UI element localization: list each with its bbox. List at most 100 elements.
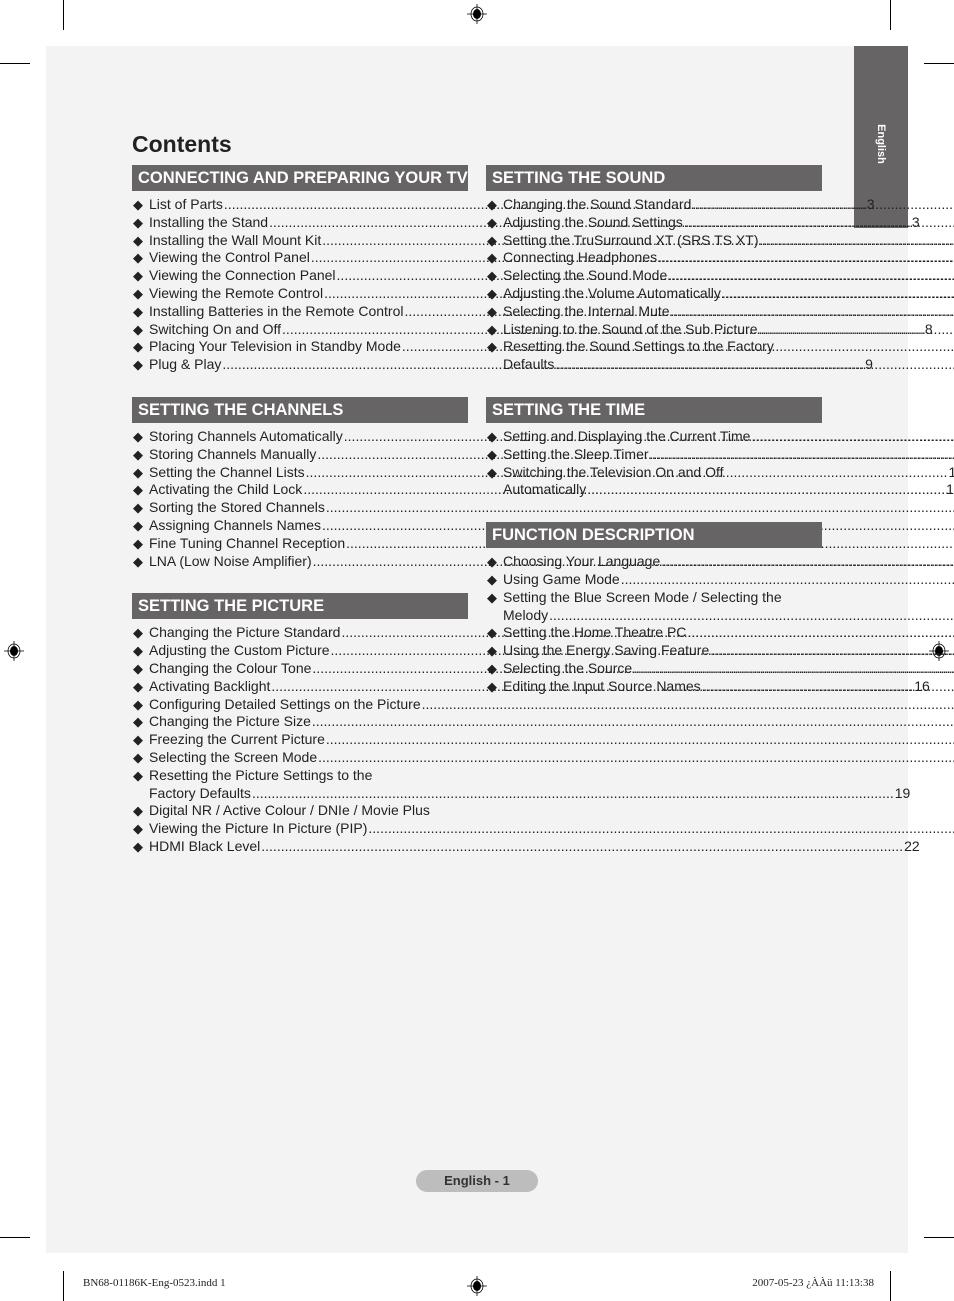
crop-mark bbox=[924, 63, 954, 64]
toc-entry[interactable]: ◆Adjusting the Sound Settings23 bbox=[486, 214, 822, 232]
toc-entry[interactable]: ◆Assigning Channels Names13 bbox=[132, 517, 468, 535]
crop-mark bbox=[0, 63, 30, 64]
dot-leader bbox=[555, 356, 954, 374]
toc-entry[interactable]: ◆Sorting the Stored Channels13 bbox=[132, 499, 468, 517]
toc-entry-label: Installing the Stand bbox=[149, 213, 269, 230]
toc-entry[interactable]: ◆ Listening to the Sound of the Sub Pictu… bbox=[486, 321, 822, 339]
toc-section: SETTING THE TIME ◆ Setting and Displaying … bbox=[486, 396, 822, 500]
section-heading: SETTING THE CHANNELS bbox=[132, 396, 468, 423]
diamond-bullet-icon: ◆ bbox=[133, 678, 143, 694]
toc-entry[interactable]: ◆ Resetting the Picture Settings to the Fa… bbox=[132, 767, 910, 803]
toc-entry[interactable]: ◆ Setting and Displaying the Current Time… bbox=[486, 428, 822, 446]
toc-entry[interactable]: ◆Setting the TruSurround XT (SRS TS XT)2… bbox=[486, 232, 822, 250]
toc-entry[interactable]: ◆Changing the Picture Size18 bbox=[132, 713, 468, 731]
crop-mark bbox=[63, 0, 64, 30]
section-heading: FUNCTION DESCRIPTION bbox=[486, 522, 822, 549]
toc-entry-label: Changing the Colour Tone bbox=[149, 659, 312, 676]
toc-entry[interactable]: ◆Using Game Mode28 bbox=[486, 571, 822, 589]
toc-entry[interactable]: ◆Installing the Wall Mount Kit3 bbox=[132, 232, 468, 250]
page-number-badge: English - 1 bbox=[416, 1170, 538, 1192]
toc-entry-label-line1: Resetting the Sound Settings to the Fact… bbox=[503, 338, 774, 355]
dot-leader bbox=[261, 838, 903, 856]
toc-entry-label: Using Game Mode bbox=[503, 570, 620, 587]
language-tab-label: English bbox=[875, 124, 887, 164]
toc-entry[interactable]: ◆Freezing the Current Picture19 bbox=[132, 731, 468, 749]
diamond-bullet-icon: ◆ bbox=[133, 214, 143, 230]
toc-entry-label: Melody bbox=[503, 606, 549, 623]
diamond-bullet-icon: ◆ bbox=[133, 268, 143, 284]
diamond-bullet-icon: ◆ bbox=[487, 571, 497, 587]
toc-entry[interactable]: ◆ Digital NR / Active Colour / DNIe / Mov… bbox=[132, 802, 468, 820]
toc-entry[interactable]: ◆ HDMI Black Level 22 bbox=[132, 838, 920, 856]
toc-entry[interactable]: ◆Connecting Headphones24 bbox=[486, 249, 822, 267]
toc-entry[interactable]: ◆ Resetting the Sound Settings to the Fac… bbox=[486, 338, 822, 374]
toc-entry-label: Selecting the Screen Mode bbox=[149, 748, 318, 765]
toc-entry[interactable]: ◆Changing the Picture Standard15 bbox=[132, 624, 468, 642]
toc-entry[interactable]: ◆Adjusting the Volume Automatically24 bbox=[486, 285, 822, 303]
diamond-bullet-icon: ◆ bbox=[487, 554, 497, 570]
toc-entry[interactable]: ◆LNA (Low Noise Amplifier)14 bbox=[132, 553, 468, 571]
toc-entry[interactable]: ◆Viewing the Picture In Picture (PIP)21 bbox=[132, 820, 468, 838]
toc-entry[interactable]: ◆Activating Backlight16 bbox=[132, 678, 930, 696]
toc-entry-label: Switching On and Off bbox=[149, 320, 282, 337]
toc-entry[interactable]: ◆ Setting the Blue Screen Mode / Selectin… bbox=[486, 589, 822, 625]
diamond-bullet-icon: ◆ bbox=[487, 589, 497, 605]
registration-mark-icon bbox=[467, 1276, 487, 1296]
dot-leader bbox=[687, 624, 954, 642]
toc-entry-label: Changing the Picture Standard bbox=[149, 624, 341, 641]
toc-entry[interactable]: ◆Selecting the Internal Mute25 bbox=[486, 303, 822, 321]
toc-entry[interactable]: ◆Plug & Play9 bbox=[132, 356, 873, 374]
crop-mark bbox=[924, 1237, 954, 1238]
diamond-bullet-icon: ◆ bbox=[487, 625, 497, 641]
toc-entry[interactable]: ◆Viewing the Control Panel4 bbox=[132, 249, 954, 267]
toc-entry-label: Changing the Sound Standard bbox=[503, 196, 692, 212]
toc-entry[interactable]: ◆Editing the Input Source Names31 bbox=[486, 678, 822, 696]
toc-entry-label: Choosing Your Language bbox=[503, 553, 661, 570]
toc-entry[interactable]: ◆ Switching the Television On and Off Auto… bbox=[486, 464, 822, 500]
diamond-bullet-icon: ◆ bbox=[133, 500, 143, 516]
toc-entry[interactable]: ◆Viewing the Connection Panel5 bbox=[132, 267, 468, 285]
toc-entry[interactable]: ◆Changing the Sound Standard22 bbox=[486, 196, 822, 214]
toc-entry[interactable]: ◆Using the Energy Saving Feature30 bbox=[486, 642, 822, 660]
toc-section: SETTING THE SOUND ◆ Changing the Sound Sta… bbox=[486, 165, 822, 374]
crop-mark bbox=[890, 0, 891, 30]
diamond-bullet-icon: ◆ bbox=[487, 250, 497, 266]
toc-entry[interactable]: ◆Activating the Child Lock12 bbox=[132, 481, 954, 499]
section-heading: SETTING THE TIME bbox=[486, 396, 822, 423]
toc-entry[interactable]: ◆Storing Channels Automatically10 bbox=[132, 428, 468, 446]
toc-entry[interactable]: ◆Setting the Channel Lists12 bbox=[132, 464, 954, 482]
toc-entry[interactable]: ◆Storing Channels Manually11 bbox=[132, 446, 468, 464]
dot-leader bbox=[759, 232, 954, 250]
toc-entry[interactable]: ◆Selecting the Screen Mode19 bbox=[132, 749, 468, 767]
toc-entry[interactable]: ◆Setting the Sleep Timer27 bbox=[486, 446, 822, 464]
crop-mark bbox=[63, 1271, 64, 1301]
diamond-bullet-icon: ◆ bbox=[487, 428, 497, 444]
toc-entry-label: Viewing the Picture In Picture (PIP) bbox=[149, 820, 368, 837]
toc-entry-label: Setting the Home Theatre PC bbox=[503, 624, 687, 641]
dot-leader bbox=[252, 785, 894, 803]
dot-leader bbox=[326, 731, 954, 749]
toc-entry[interactable]: ◆Installing the Stand3 bbox=[132, 213, 920, 232]
toc-entry[interactable]: ◆Adjusting the Custom Picture15 bbox=[132, 642, 468, 660]
section-heading: SETTING THE SOUND bbox=[486, 165, 822, 191]
toc-entry-label: Sorting the Stored Channels bbox=[149, 499, 325, 516]
file-slug: BN68-01186K-Eng-0523.indd 1 bbox=[83, 1277, 226, 1289]
toc-entry[interactable]: ◆List of Parts3 bbox=[132, 196, 875, 214]
section-heading: SETTING THE PICTURE bbox=[132, 593, 468, 620]
toc-entry[interactable]: ◆Selecting the Sound Mode24 bbox=[486, 267, 822, 285]
diamond-bullet-icon: ◆ bbox=[133, 339, 143, 355]
toc-entry[interactable]: ◆Viewing the Remote Control7 bbox=[132, 285, 468, 303]
diamond-bullet-icon: ◆ bbox=[133, 821, 143, 837]
diamond-bullet-icon: ◆ bbox=[133, 321, 143, 337]
toc-entry[interactable]: ◆ Installing Batteries in the Remote Cont… bbox=[132, 303, 468, 321]
toc-entry-label: Installing the Wall Mount Kit bbox=[149, 231, 322, 248]
toc-entry[interactable]: ◆ Configuring Detailed Settings on the Pi… bbox=[132, 696, 468, 714]
toc-entry[interactable]: ◆Choosing Your Language28 bbox=[486, 553, 822, 571]
toc-entry[interactable]: ◆Selecting the Source31 bbox=[486, 660, 822, 678]
toc-entry[interactable]: ◆ Placing Your Television in Standby Mode… bbox=[132, 338, 468, 356]
toc-entry-label: Freezing the Current Picture bbox=[149, 731, 325, 748]
toc-entry[interactable]: ◆Setting the Home Theatre PC29 bbox=[486, 624, 822, 642]
toc-entry[interactable]: ◆Changing the Colour Tone16 bbox=[132, 660, 468, 678]
toc-entry[interactable]: ◆Fine Tuning Channel Reception14 bbox=[132, 535, 468, 553]
toc-entry[interactable]: ◆Switching On and Off8 bbox=[132, 320, 933, 339]
